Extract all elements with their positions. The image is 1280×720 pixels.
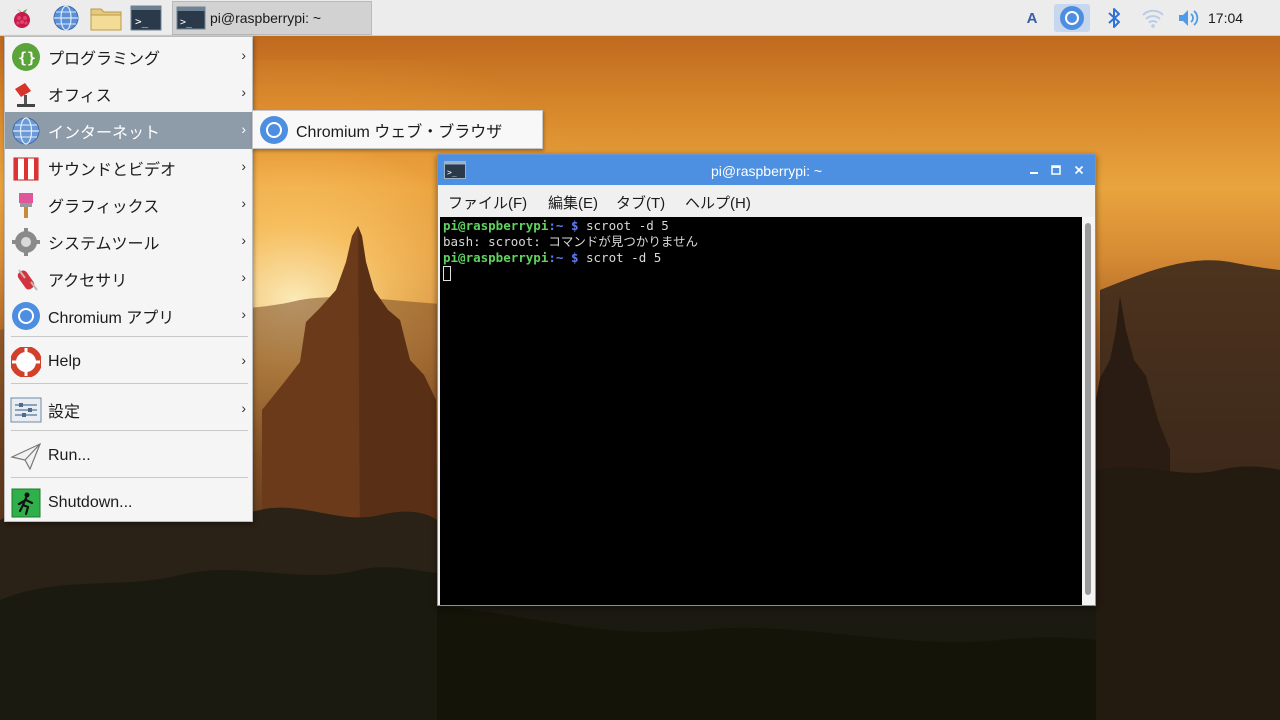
chevron-right-icon: › bbox=[241, 232, 246, 248]
chromium-icon bbox=[258, 114, 290, 146]
keyboard-layout-label: A bbox=[1026, 9, 1038, 27]
terminal-icon: >_ bbox=[176, 6, 206, 30]
office-icon bbox=[10, 78, 42, 110]
top-panel: >_ >_ pi@raspberrypi: ~ A 17:04 bbox=[0, 0, 1280, 36]
menu-item-programming[interactable]: {} プログラミング › bbox=[5, 38, 252, 75]
graphics-icon bbox=[10, 189, 42, 221]
globe-icon[interactable] bbox=[52, 4, 80, 32]
programming-icon: {} bbox=[10, 41, 42, 73]
scrollbar-thumb[interactable] bbox=[1085, 223, 1091, 595]
chevron-right-icon: › bbox=[241, 47, 246, 63]
accessories-icon bbox=[10, 263, 42, 295]
chevron-right-icon: › bbox=[241, 195, 246, 211]
svg-text:>_: >_ bbox=[180, 17, 193, 28]
application-menu: {} プログラミング › オフィス › インターネット › サウンドとビデオ ›… bbox=[4, 36, 253, 522]
submenu-item-chromium-browser[interactable]: Chromium ウェブ・ブラウザ bbox=[296, 118, 502, 142]
menu-edit[interactable]: 編集(E) bbox=[548, 192, 598, 213]
menu-item-graphics[interactable]: グラフィックス › bbox=[5, 186, 252, 223]
system-tools-icon bbox=[10, 226, 42, 258]
clock[interactable]: 17:04 bbox=[1208, 0, 1243, 36]
prompt-user: pi@raspberrypi bbox=[443, 218, 549, 233]
shutdown-icon bbox=[10, 487, 42, 519]
taskbar-terminal-button[interactable]: >_ pi@raspberrypi: ~ bbox=[172, 1, 372, 35]
menu-item-label: サウンドとビデオ bbox=[48, 161, 177, 179]
menu-item-label: Chromium アプリ bbox=[48, 309, 175, 327]
menu-item-shutdown[interactable]: Shutdown... bbox=[5, 484, 252, 521]
prompt-path: :~ bbox=[548, 250, 564, 265]
menu-item-label: Help bbox=[48, 352, 81, 370]
terminal-output[interactable]: pi@raspberrypi:~ $ scroot -d 5 bash: scr… bbox=[440, 217, 1082, 605]
menu-item-label: Run... bbox=[48, 446, 91, 464]
menu-item-label: インターネット bbox=[48, 124, 161, 142]
menu-item-label: オフィス bbox=[48, 87, 112, 105]
chevron-right-icon: › bbox=[241, 158, 246, 174]
volume-icon[interactable] bbox=[1176, 4, 1202, 32]
chromium-icon bbox=[1060, 6, 1084, 30]
chevron-right-icon: › bbox=[241, 352, 246, 368]
terminal-scrollbar[interactable] bbox=[1082, 217, 1095, 605]
menu-item-label: Shutdown... bbox=[48, 493, 133, 511]
menu-tab[interactable]: タブ(T) bbox=[616, 192, 665, 213]
menu-separator bbox=[11, 336, 248, 337]
menu-item-internet[interactable]: インターネット › bbox=[5, 112, 252, 149]
internet-icon bbox=[10, 115, 42, 147]
terminal-window: >_ pi@raspberrypi: ~ ファイル(F) 編集(E) タブ(T)… bbox=[437, 154, 1096, 606]
svg-text:>_: >_ bbox=[135, 15, 149, 28]
terminal-menubar: ファイル(F) 編集(E) タブ(T) ヘルプ(H) bbox=[438, 185, 1095, 217]
internet-submenu: Chromium ウェブ・ブラウザ bbox=[252, 110, 543, 149]
menu-item-label: アクセサリ bbox=[48, 272, 128, 290]
terminal-line: bash: scroot: コマンドが見つかりません bbox=[443, 234, 698, 249]
terminal-line: pi@raspberrypi:~ $ scroot -d 5 bbox=[443, 218, 669, 234]
menu-separator bbox=[11, 383, 248, 384]
text-cursor bbox=[443, 266, 451, 281]
menu-separator bbox=[11, 430, 248, 431]
prompt-path: :~ bbox=[548, 218, 564, 233]
menu-item-label: プログラミング bbox=[48, 50, 161, 68]
menu-item-label: システムツール bbox=[48, 235, 160, 253]
run-icon bbox=[10, 440, 42, 472]
taskbar-terminal-label: pi@raspberrypi: ~ bbox=[210, 10, 322, 26]
menu-item-run[interactable]: Run... bbox=[5, 437, 252, 474]
terminal-icon[interactable]: >_ bbox=[130, 4, 162, 32]
menu-help[interactable]: ヘルプ(H) bbox=[685, 192, 751, 213]
minimize-button[interactable] bbox=[1026, 162, 1042, 178]
chevron-right-icon: › bbox=[241, 84, 246, 100]
command-text: scroot -d 5 bbox=[578, 218, 669, 233]
prompt-symbol: $ bbox=[563, 250, 579, 265]
keyboard-layout-indicator[interactable]: A bbox=[1022, 4, 1042, 32]
folder-icon[interactable] bbox=[90, 4, 122, 32]
terminal-line: pi@raspberrypi:~ $ scrot -d 5 bbox=[443, 250, 661, 266]
sound-video-icon bbox=[10, 152, 42, 184]
settings-icon bbox=[10, 394, 42, 426]
menu-item-system-tools[interactable]: システムツール › bbox=[5, 223, 252, 260]
menu-item-settings[interactable]: 設定 › bbox=[5, 391, 252, 428]
svg-text:{}: {} bbox=[18, 49, 36, 67]
menu-item-label: グラフィックス bbox=[48, 198, 160, 216]
command-text: scrot -d 5 bbox=[578, 250, 662, 265]
menu-item-office[interactable]: オフィス › bbox=[5, 75, 252, 112]
help-icon bbox=[10, 346, 42, 378]
bluetooth-icon[interactable] bbox=[1104, 4, 1124, 32]
prompt-symbol: $ bbox=[563, 218, 579, 233]
menu-item-accessories[interactable]: アクセサリ › bbox=[5, 260, 252, 297]
prompt-user: pi@raspberrypi bbox=[443, 250, 549, 265]
chevron-right-icon: › bbox=[241, 400, 246, 416]
menu-item-label: 設定 bbox=[48, 403, 81, 421]
maximize-button[interactable] bbox=[1048, 162, 1064, 178]
chevron-right-icon: › bbox=[241, 306, 246, 322]
chevron-right-icon: › bbox=[241, 269, 246, 285]
menu-item-help[interactable]: Help › bbox=[5, 343, 252, 380]
close-button[interactable] bbox=[1071, 162, 1087, 178]
chevron-right-icon: › bbox=[241, 121, 246, 137]
wifi-icon[interactable] bbox=[1140, 4, 1166, 32]
terminal-titlebar[interactable]: >_ pi@raspberrypi: ~ bbox=[438, 155, 1095, 185]
raspberry-icon[interactable] bbox=[8, 4, 36, 32]
menu-file[interactable]: ファイル(F) bbox=[448, 192, 527, 213]
window-title: pi@raspberrypi: ~ bbox=[710, 163, 823, 179]
menu-item-chromium-apps[interactable]: Chromium アプリ › bbox=[5, 297, 252, 334]
menu-separator bbox=[11, 477, 248, 478]
menu-item-sound-video[interactable]: サウンドとビデオ › bbox=[5, 149, 252, 186]
chromium-icon bbox=[10, 300, 42, 332]
chromium-tray-icon[interactable] bbox=[1054, 4, 1090, 32]
